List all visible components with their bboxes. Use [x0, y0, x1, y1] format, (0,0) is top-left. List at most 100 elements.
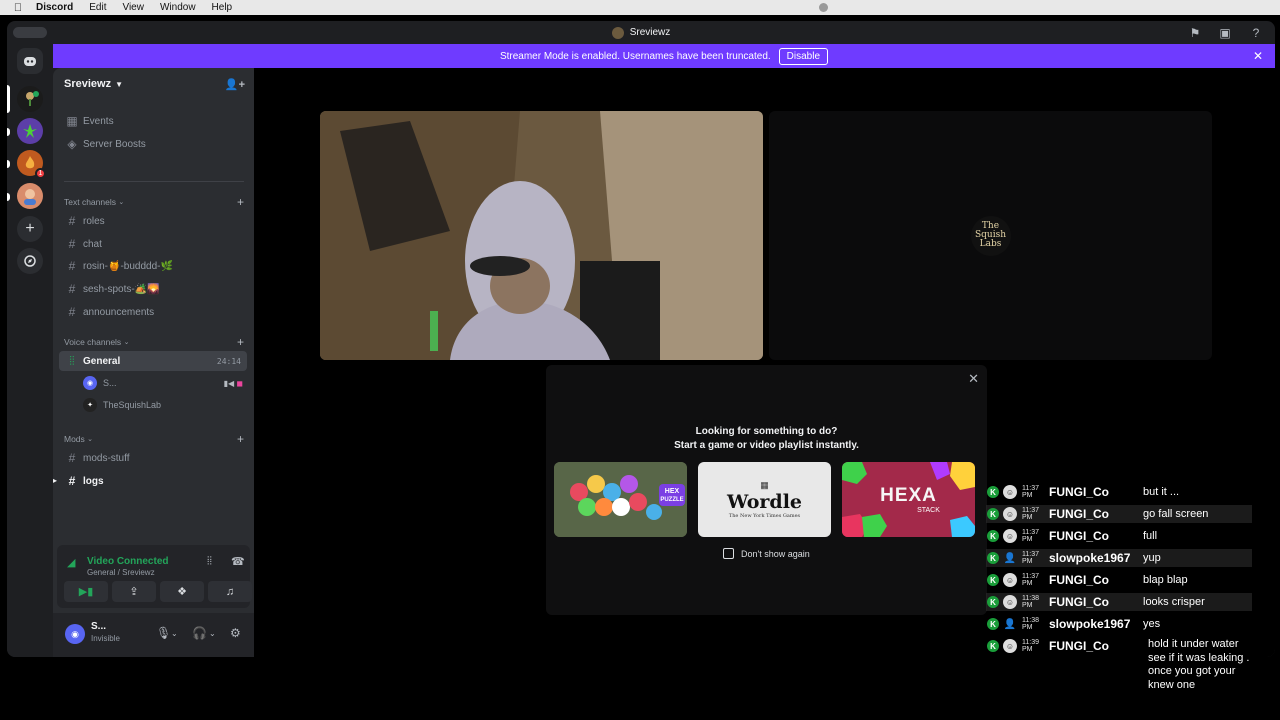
kick-badge-icon: K — [987, 552, 999, 564]
category-voice-channels[interactable]: Voice channels ⌄ + — [64, 335, 244, 349]
window-controls[interactable] — [13, 27, 47, 38]
mention-badge: 1 — [35, 168, 46, 179]
voice-location[interactable]: General / Sreviewz — [87, 568, 155, 577]
server-header[interactable]: Sreviewz ▼ 👤+ — [53, 68, 254, 100]
discord-home-icon[interactable] — [17, 48, 43, 74]
message-time: 11:38 PM — [1022, 595, 1039, 609]
activity-card-hex-puzzle[interactable]: HEX PUZZLE — [554, 462, 687, 537]
signal-icon: ◢ — [67, 557, 76, 569]
dont-show-again-label: Don't show again — [741, 548, 810, 559]
server-flame-icon[interactable]: 1 — [17, 150, 46, 179]
menu-view[interactable]: View — [122, 2, 144, 13]
microphone-icon[interactable]: 🎙 — [156, 626, 171, 640]
server-leaf-icon[interactable] — [17, 118, 43, 144]
hexa-subtitle: STACK — [917, 507, 940, 514]
message-text: yup — [1143, 552, 1161, 564]
message-user: FUNGI_Co — [1049, 507, 1109, 521]
menu-window[interactable]: Window — [160, 2, 196, 13]
activities-button[interactable]: ❖ — [160, 581, 204, 602]
headphones-icon[interactable]: 🎧 — [192, 626, 207, 640]
wordle-title: Wordle — [726, 491, 803, 513]
hexa-title: HEXA — [880, 485, 937, 506]
streamer-mode-text: Streamer Mode is enabled. Usernames have… — [499, 50, 771, 62]
chevron-down-icon: ▼ — [115, 79, 124, 89]
chat-message: K ☺ 11:38 PM FUNGI_Co looks crisper — [986, 593, 1252, 611]
sidebar-item-events[interactable]: ▦ Events — [59, 111, 247, 131]
user-avatar-icon: ☺ — [1003, 485, 1017, 499]
close-icon[interactable]: ✕ — [1253, 49, 1263, 63]
disconnect-icon[interactable]: ☎ — [231, 555, 245, 568]
disable-streamer-mode-button[interactable]: Disable — [778, 47, 829, 65]
channel-announcements[interactable]: # announcements — [59, 302, 247, 322]
kick-badge-icon: K — [987, 618, 999, 630]
settings-gear-icon[interactable]: ⚙ — [230, 626, 241, 640]
hash-icon: # — [68, 451, 76, 465]
video-tile-squishlab[interactable]: The Squish Labs — [769, 111, 1212, 360]
chevron-down-icon[interactable]: ⌄ — [209, 629, 216, 638]
activity-card-wordle[interactable]: ▦ Wordle The New York Times Games — [698, 462, 831, 537]
dont-show-again[interactable]: Don't show again — [723, 548, 810, 559]
category-mods[interactable]: Mods ⌄ + — [64, 432, 244, 446]
voice-status[interactable]: Video Connected — [87, 556, 169, 567]
server-icon — [611, 26, 624, 39]
activity-launcher: ✕ Looking for something to do? Start a g… — [546, 365, 987, 615]
message-time: 11:37 PM — [1022, 485, 1039, 499]
user-avatar-icon: ☺ — [1003, 595, 1017, 609]
channel-rosin[interactable]: # rosin-🍯-budddd-🌿 — [59, 256, 247, 276]
voice-user[interactable]: ✦ TheSquishLab — [83, 396, 161, 414]
message-user: FUNGI_Co — [1049, 639, 1109, 653]
menu-edit[interactable]: Edit — [89, 2, 106, 13]
menu-app-discord[interactable]: Discord — [36, 2, 73, 13]
unread-pill-3 — [7, 193, 10, 201]
activity-card-hexa-stack[interactable]: HEXA STACK — [842, 462, 975, 537]
video-tile-camera[interactable] — [320, 111, 763, 360]
apple-icon[interactable]:  — [0, 2, 36, 14]
server-avatar-icon[interactable] — [17, 183, 43, 209]
dont-show-again-checkbox[interactable] — [723, 548, 734, 559]
channel-label: roles — [83, 215, 105, 227]
close-icon[interactable]: ✕ — [968, 371, 979, 387]
chevron-down-icon[interactable]: ⌄ — [171, 629, 178, 638]
channel-roles[interactable]: # roles — [59, 211, 247, 231]
user-name[interactable]: S... — [91, 621, 106, 632]
category-text-channels[interactable]: Text channels ⌄ + — [64, 195, 244, 209]
soundboard-button[interactable]: ♫ — [208, 581, 252, 602]
screen-icon[interactable]: ▣ — [1218, 26, 1232, 40]
voice-user[interactable]: ◉ S... ▮◀ ◼ — [83, 374, 243, 392]
user-panel: ◉ S... Invisible 🎙 ⌄ 🎧 ⌄ ⚙ — [53, 613, 254, 657]
message-time: 11:39 PM — [1022, 639, 1039, 653]
user-avatar[interactable]: ◉ — [65, 624, 85, 644]
inbox-icon[interactable]: ⚑ — [1188, 26, 1202, 40]
message-user: slowpoke1967 — [1049, 551, 1131, 565]
chat-message: K 👤 11:38 PM slowpoke1967 yes — [986, 615, 1252, 633]
selected-server-pill — [7, 85, 10, 113]
server-sreviewz-icon[interactable] — [17, 86, 43, 112]
menu-help[interactable]: Help — [212, 2, 233, 13]
squish-labs-logo: The Squish Labs — [970, 215, 1011, 256]
channel-label: chat — [83, 238, 102, 250]
noise-suppression-icon[interactable]: ⦙⦙ — [207, 555, 212, 568]
sidebar-item-server-boosts[interactable]: ◈ Server Boosts — [59, 134, 247, 154]
invite-people-icon[interactable]: 👤+ — [225, 78, 245, 91]
channel-mods-stuff[interactable]: # mods-stuff — [59, 448, 247, 468]
camera-button[interactable]: ▶▮ — [64, 581, 108, 602]
channel-chat[interactable]: # chat — [59, 234, 247, 254]
add-server-icon[interactable]: + — [17, 216, 43, 242]
squishlab-avatar: ✦ — [83, 398, 97, 412]
screen-share-button[interactable]: ⇪ — [112, 581, 156, 602]
channel-logs[interactable]: # logs — [59, 471, 247, 491]
kick-badge-icon: K — [987, 574, 999, 586]
macos-menubar:  Discord Edit View Window Help — [0, 0, 1280, 15]
chat-message: K ☺ 11:37 PM FUNGI_Co but it ... — [986, 485, 1252, 501]
add-voice-channel-icon[interactable]: + — [237, 335, 244, 349]
voice-timer: 24:14 — [216, 356, 241, 366]
voice-channel-general[interactable]: ⦙⦙ General 24:14 — [59, 351, 247, 371]
voice-activity-icon: ⦙⦙ — [69, 353, 75, 368]
message-time: 11:37 PM — [1022, 529, 1039, 543]
explore-icon[interactable] — [17, 248, 43, 274]
add-channel-icon[interactable]: + — [237, 195, 244, 209]
help-icon[interactable]: ? — [1249, 26, 1263, 40]
message-user: FUNGI_Co — [1049, 485, 1109, 499]
channel-sesh-spots[interactable]: # sesh-spots-🏕️🌄 — [59, 279, 247, 299]
add-mods-channel-icon[interactable]: + — [237, 432, 244, 446]
